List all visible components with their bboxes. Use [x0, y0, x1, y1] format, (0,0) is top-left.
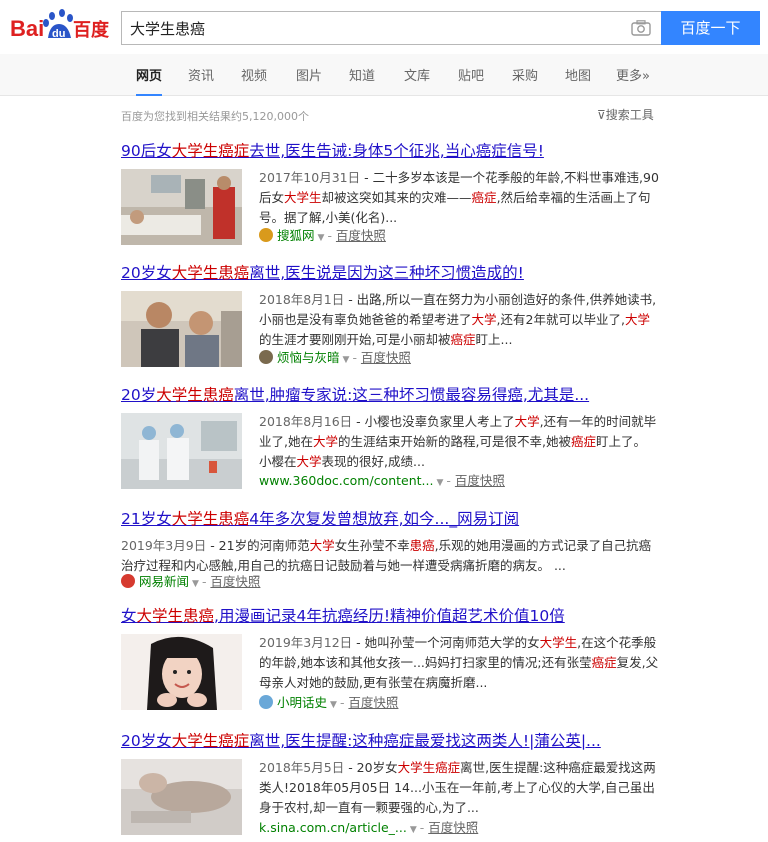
tab-web[interactable]: 网页 [136, 65, 163, 96]
filter-icon: ⊽ [597, 108, 606, 122]
result-title[interactable]: 女大学生患癌,用漫画记录4年抗癌经历!精神价值超艺术价值10倍 [121, 606, 661, 626]
result-title[interactable]: 20岁大学生患癌离世,肿瘤专家说:这三种坏习惯最容易得癌,尤其是... [121, 385, 661, 405]
camera-icon[interactable] [631, 20, 651, 36]
search-tools-label: 搜索工具 [605, 108, 654, 122]
result-url[interactable]: www.360doc.com/content... [259, 473, 433, 488]
sohu-icon [259, 228, 273, 242]
logo-text-du: du [52, 28, 65, 40]
logo-text-baidu: 百度 [73, 19, 110, 41]
snapshot-link[interactable]: 百度快照 [428, 820, 478, 835]
tab-map[interactable]: 地图 [565, 65, 591, 96]
search-box[interactable] [121, 11, 661, 45]
result-thumbnail[interactable] [121, 759, 242, 835]
search-button[interactable]: 百度一下 [661, 11, 760, 45]
result-source: 烦恼与灰暗 ▼ - 百度快照 [259, 349, 411, 369]
result-source: 小明话史 ▼ - 百度快照 [259, 694, 398, 714]
snapshot-link[interactable]: 百度快照 [361, 350, 411, 365]
snapshot-link[interactable]: 百度快照 [210, 574, 260, 589]
result-title[interactable]: 90后女大学生癌症去世,医生告诫:身体5个征兆,当心癌症信号! [121, 141, 661, 161]
dropdown-icon[interactable]: ▼ [330, 700, 337, 710]
result-abstract: 2017年10月31日 - 二十多岁本该是一个花季般的年龄,不料世事难违,90后… [259, 170, 659, 225]
tab-wenku[interactable]: 文库 [404, 65, 430, 96]
result-source: 搜狐网 ▼ - 百度快照 [259, 227, 386, 247]
result-source: 网易新闻 ▼ - 百度快照 [121, 573, 260, 593]
author-avatar-icon [259, 695, 273, 709]
result-item: 20岁女大学生患癌离世,医生说是因为这三种坏习惯造成的! 2018年8月1日 -… [121, 263, 661, 373]
dropdown-icon[interactable]: ▼ [436, 478, 443, 488]
result-item: 21岁女大学生患癌4年多次复发曾想放弃,如今..._网易订阅 2019年3月9日… [121, 509, 661, 593]
baidu-logo[interactable]: Bai du 百度 [10, 8, 114, 44]
result-abstract: 2018年5月5日 - 20岁女大学生癌症离世,医生提醒:这种癌症最爱找这两类人… [259, 760, 656, 815]
result-item: 20岁大学生患癌离世,肿瘤专家说:这三种坏习惯最容易得癌,尤其是... 2018… [121, 385, 661, 495]
search-input[interactable] [122, 12, 602, 44]
result-title[interactable]: 20岁女大学生患癌离世,医生说是因为这三种坏习惯造成的! [121, 263, 661, 283]
result-source: www.360doc.com/content... ▼ - 百度快照 [259, 473, 505, 488]
tab-images[interactable]: 图片 [296, 65, 322, 96]
result-abstract: 2019年3月9日 - 21岁的河南师范大学女生孙莹不幸患癌,乐观的她用漫画的方… [121, 538, 652, 573]
tab-bar: 网页 资讯 视频 图片 知道 文库 贴吧 采购 地图 更多» [0, 54, 768, 96]
result-item: 女大学生患癌,用漫画记录4年抗癌经历!精神价值超艺术价值10倍 2019年3月1… [121, 606, 661, 716]
result-thumbnail[interactable] [121, 169, 242, 245]
logo-text-bai: Bai [10, 16, 44, 41]
dropdown-icon[interactable]: ▼ [343, 355, 350, 365]
tab-zhidao[interactable]: 知道 [349, 65, 375, 96]
dropdown-icon[interactable]: ▼ [410, 825, 417, 835]
result-thumbnail[interactable] [121, 634, 242, 710]
tab-news[interactable]: 资讯 [188, 65, 214, 96]
author-avatar-icon [259, 350, 273, 364]
result-abstract: 2019年3月12日 - 她叫孙莹一个河南师范大学的女大学生,在这个花季般的年龄… [259, 635, 659, 690]
result-item: 20岁女大学生癌症离世,医生提醒:这种癌症最爱找这两类人!|蒲公英|... 20… [121, 731, 661, 841]
snapshot-link[interactable]: 百度快照 [348, 695, 398, 710]
tab-more[interactable]: 更多» [616, 65, 650, 96]
tab-purchase[interactable]: 采购 [512, 65, 538, 96]
netease-icon [121, 574, 135, 588]
tab-tieba[interactable]: 贴吧 [458, 65, 484, 96]
dropdown-icon[interactable]: ▼ [192, 579, 199, 589]
result-thumbnail[interactable] [121, 291, 242, 367]
result-source: k.sina.com.cn/article_... ▼ - 百度快照 [259, 820, 479, 835]
tab-video[interactable]: 视频 [241, 65, 267, 96]
result-item: 90后女大学生癌症去世,医生告诫:身体5个征兆,当心癌症信号! 2017年10月… [121, 141, 661, 251]
snapshot-link[interactable]: 百度快照 [455, 473, 505, 488]
result-abstract: 2018年8月1日 - 出路,所以一直在努力为小丽创造好的条件,供养她读书,小丽… [259, 292, 657, 347]
result-title[interactable]: 20岁女大学生癌症离世,医生提醒:这种癌症最爱找这两类人!|蒲公英|... [121, 731, 661, 751]
snapshot-link[interactable]: 百度快照 [336, 228, 386, 243]
header: Bai du 百度 百度一下 [0, 0, 768, 54]
result-thumbnail[interactable] [121, 413, 242, 489]
result-url[interactable]: k.sina.com.cn/article_... [259, 820, 407, 835]
dropdown-icon[interactable]: ▼ [318, 233, 325, 243]
result-title[interactable]: 21岁女大学生患癌4年多次复发曾想放弃,如今..._网易订阅 [121, 509, 661, 529]
result-abstract: 2018年8月16日 - 小樱也没辜负家里人考上了大学,还有一年的时间就毕业了,… [259, 414, 657, 469]
search-tools[interactable]: ⊽搜索工具 [597, 106, 654, 123]
result-count: 百度为您找到相关结果约5,120,000个 [121, 110, 309, 123]
